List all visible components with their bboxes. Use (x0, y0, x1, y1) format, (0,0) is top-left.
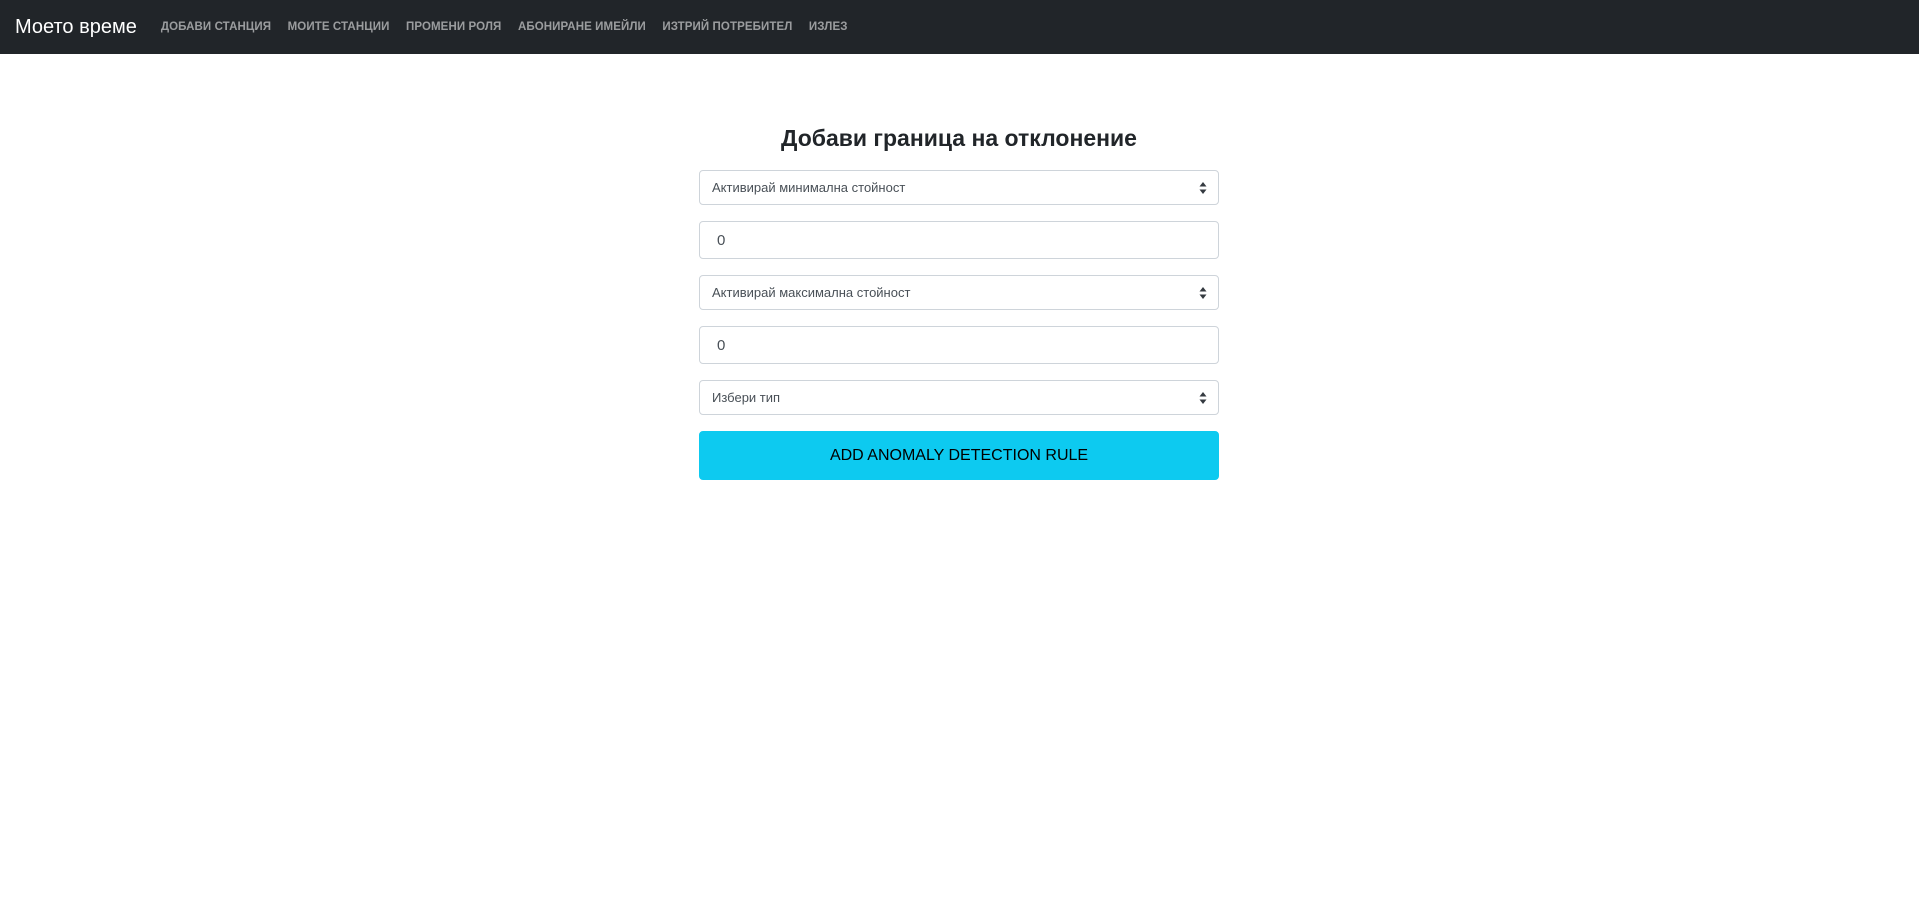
brand-link[interactable]: Моето време (15, 16, 137, 39)
main-content: Добави граница на отклонение Активирай м… (699, 118, 1219, 480)
min-value-input-value: 0 (717, 231, 726, 249)
max-value-select[interactable]: Активирай максимална стойност (699, 275, 1219, 310)
min-value-select-label: Активирай минимална стойност (712, 180, 906, 195)
max-value-input[interactable]: 0 (699, 326, 1219, 364)
nav-links: ДОБАВИ СТАНЦИЯ МОИТЕ СТАНЦИИ ПРОМЕНИ РОЛ… (161, 21, 864, 33)
sort-arrows-icon (1199, 392, 1207, 404)
sort-arrows-icon (1199, 287, 1207, 299)
min-value-input[interactable]: 0 (699, 221, 1219, 259)
max-value-select-label: Активирай максимална стойност (712, 285, 911, 300)
nav-link-logout[interactable]: ИЗЛЕЗ (809, 21, 848, 33)
navbar: Моето време ДОБАВИ СТАНЦИЯ МОИТЕ СТАНЦИИ… (0, 0, 1919, 54)
add-anomaly-rule-button[interactable]: ADD ANOMALY DETECTION RULE (699, 431, 1219, 480)
min-value-select[interactable]: Активирай минимална стойност (699, 170, 1219, 205)
max-value-input-value: 0 (717, 336, 726, 354)
sort-arrows-icon (1199, 182, 1207, 194)
nav-link-subscribe-emails[interactable]: АБОНИРАНЕ ИМЕЙЛИ (518, 21, 646, 33)
page-title: Добави граница на отклонение (781, 125, 1137, 151)
nav-link-my-stations[interactable]: МОИТЕ СТАНЦИИ (288, 21, 390, 33)
nav-link-change-role[interactable]: ПРОМЕНИ РОЛЯ (406, 21, 501, 33)
nav-link-add-station[interactable]: ДОБАВИ СТАНЦИЯ (161, 21, 271, 33)
type-select[interactable]: Избери тип (699, 380, 1219, 415)
nav-link-delete-user[interactable]: ИЗТРИЙ ПОТРЕБИТЕЛ (662, 21, 792, 33)
type-select-label: Избери тип (712, 390, 781, 405)
